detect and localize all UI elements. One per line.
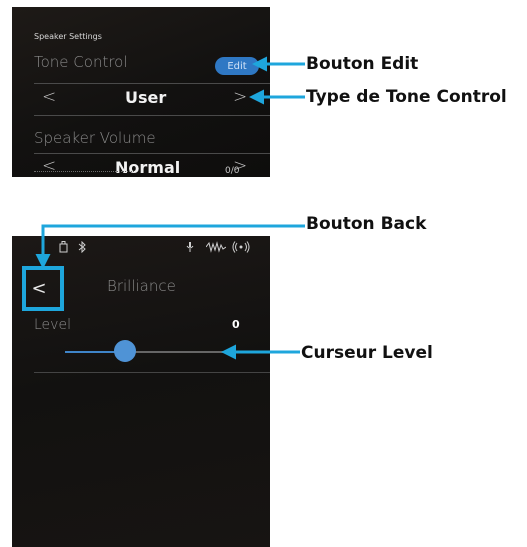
level-callout-label: Curseur Level <box>301 343 433 363</box>
callout-arrows <box>35 56 305 360</box>
back-callout-label: Bouton Back <box>306 214 427 234</box>
back-callout-arrow <box>35 224 305 269</box>
tone-type-callout-label: Type de Tone Control <box>306 87 507 107</box>
edit-callout-label: Bouton Edit <box>306 54 419 74</box>
back-button-highlight <box>22 266 64 311</box>
